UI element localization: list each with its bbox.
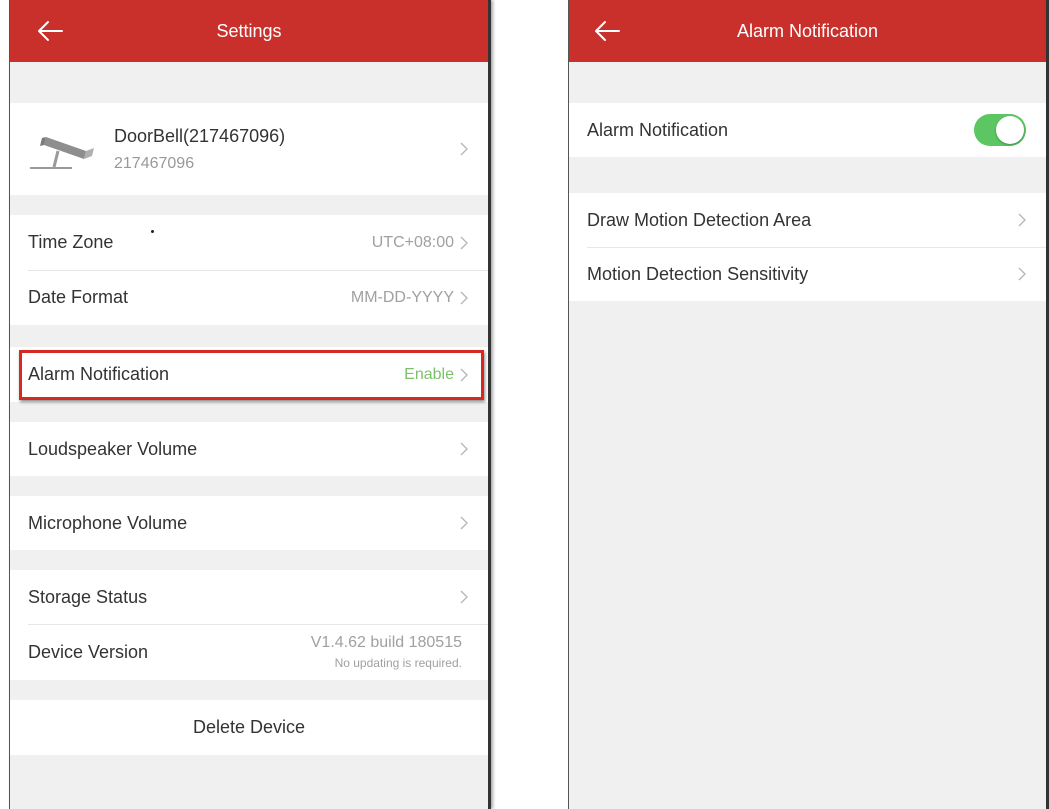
- delete-device-label: Delete Device: [192, 717, 306, 737]
- toggle-knob: [996, 116, 1024, 144]
- chevron-right-icon: [460, 142, 468, 156]
- motion-detection-group: Draw Motion Detection Area Motion Detect…: [569, 193, 1046, 301]
- chevron-right-icon: [460, 442, 468, 456]
- camera-icon: [28, 121, 100, 177]
- back-arrow-icon[interactable]: [36, 14, 64, 48]
- date-format-row[interactable]: Date Format MM-DD-YYYY: [10, 270, 488, 325]
- microphone-volume-row[interactable]: Microphone Volume: [10, 496, 488, 550]
- settings-header: Settings: [10, 0, 488, 62]
- chevron-right-icon: [460, 291, 468, 305]
- device-serial: 217467096: [114, 154, 195, 172]
- chevron-right-icon: [460, 516, 468, 530]
- loudspeaker-volume-label: Loudspeaker Volume: [28, 438, 198, 459]
- alarm-notification-toggle-row: Alarm Notification: [569, 103, 1046, 157]
- spacer: [10, 680, 488, 700]
- device-name: DoorBell(217467096): [114, 125, 286, 146]
- time-zone-label: Time Zone: [28, 232, 114, 252]
- chevron-right-icon: [460, 236, 468, 250]
- alarm-notification-row[interactable]: Alarm Notification Enable: [10, 347, 488, 402]
- page-title: Alarm Notification: [736, 20, 879, 41]
- date-format-value: MM-DD-YYYY: [350, 288, 454, 306]
- chevron-right-icon: [460, 368, 468, 382]
- chevron-right-icon: [460, 590, 468, 604]
- page-title: Settings: [216, 20, 282, 41]
- motion-sensitivity-label: Motion Detection Sensitivity: [587, 263, 809, 284]
- alarm-notification-toggle[interactable]: [974, 114, 1026, 146]
- motion-sensitivity-row[interactable]: Motion Detection Sensitivity: [569, 247, 1046, 301]
- draw-motion-area-row[interactable]: Draw Motion Detection Area: [569, 193, 1046, 247]
- device-version-note: No updating is required.: [334, 656, 462, 670]
- loudspeaker-volume-row[interactable]: Loudspeaker Volume: [10, 422, 488, 476]
- time-zone-value: UTC+08:00: [371, 233, 454, 251]
- alarm-notification-screen: Alarm Notification Alarm Notification Dr…: [568, 0, 1049, 809]
- alarm-notification-status: Enable: [404, 365, 454, 383]
- decorative-dot: [151, 230, 154, 233]
- device-version-value: V1.4.62 build 180515: [310, 634, 462, 651]
- device-info-row[interactable]: DoorBell(217467096) 217467096: [10, 103, 488, 195]
- storage-group: Storage Status Device Version V1.4.62 bu…: [10, 570, 488, 680]
- spacer: [10, 195, 488, 215]
- device-version-row[interactable]: Device Version V1.4.62 build 180515 No u…: [10, 624, 488, 680]
- spacer: [569, 157, 1046, 193]
- spacer: [10, 62, 488, 103]
- chevron-right-icon: [1018, 213, 1026, 227]
- time-zone-row[interactable]: Time Zone UTC+08:00: [10, 215, 488, 270]
- spacer: [10, 402, 488, 422]
- storage-status-label: Storage Status: [28, 586, 148, 607]
- device-version-label: Device Version: [28, 641, 149, 662]
- draw-motion-area-label: Draw Motion Detection Area: [587, 209, 812, 230]
- storage-status-row[interactable]: Storage Status: [10, 570, 488, 624]
- alarm-notification-toggle-label: Alarm Notification: [587, 119, 729, 140]
- spacer: [569, 62, 1046, 103]
- time-settings-group: Time Zone UTC+08:00 Date Format MM-DD-YY…: [10, 215, 488, 325]
- spacer: [10, 325, 488, 347]
- delete-device-button[interactable]: Delete Device: [10, 700, 488, 755]
- alarm-header: Alarm Notification: [569, 0, 1046, 62]
- back-arrow-icon[interactable]: [593, 14, 621, 48]
- chevron-right-icon: [1018, 267, 1026, 281]
- spacer: [10, 476, 488, 496]
- microphone-volume-label: Microphone Volume: [28, 512, 188, 533]
- date-format-label: Date Format: [28, 287, 129, 307]
- alarm-notification-label: Alarm Notification: [28, 364, 170, 384]
- settings-screen: Settings DoorBell(217467096) 217467096 T…: [9, 0, 491, 809]
- spacer: [10, 550, 488, 570]
